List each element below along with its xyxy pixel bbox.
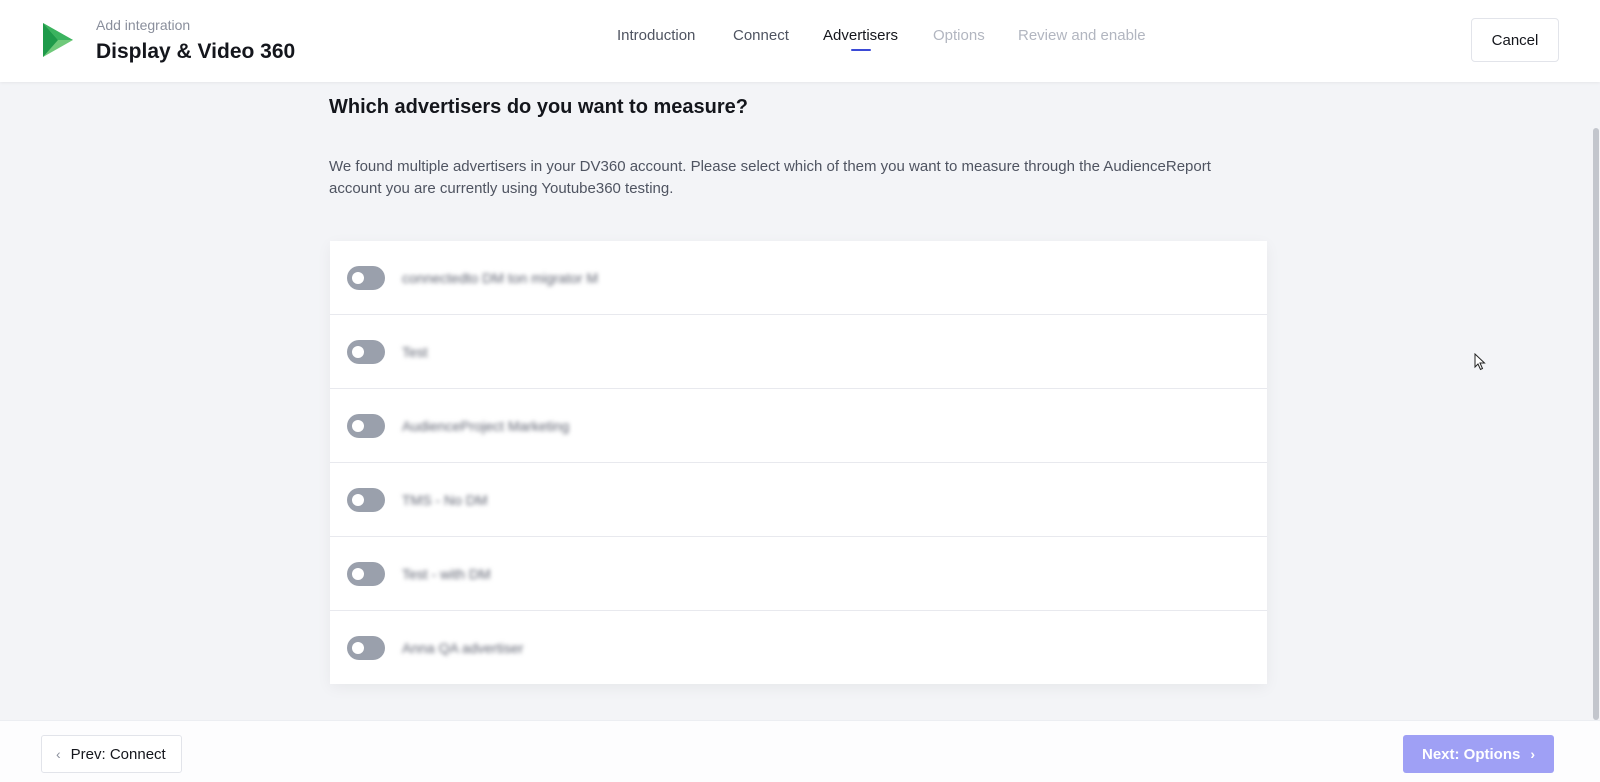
page-description: We found multiple advertisers in your DV… bbox=[329, 158, 1211, 197]
prev-connect-button[interactable]: ‹ Prev: Connect bbox=[41, 735, 182, 773]
step-review-and-enable: Review and enable bbox=[1018, 27, 1146, 44]
advertiser-name: Anna QA advertiser bbox=[402, 640, 524, 656]
next-button-label: Next: Options bbox=[1421, 745, 1521, 763]
advertiser-row: connectedto DM ton migrator M bbox=[330, 241, 1267, 315]
advertiser-toggle[interactable] bbox=[347, 265, 385, 290]
toggle-knob bbox=[352, 642, 364, 654]
advertiser-name: TMS - No DM bbox=[402, 491, 488, 508]
step-advertisers[interactable]: Advertisers bbox=[823, 27, 898, 44]
active-step-indicator bbox=[851, 49, 871, 51]
chevron-right-icon: › bbox=[1530, 746, 1535, 762]
cancel-button[interactable]: Cancel bbox=[1471, 18, 1559, 62]
advertiser-row: Anna QA advertiser bbox=[330, 611, 1267, 685]
advertiser-toggle[interactable] bbox=[347, 487, 385, 512]
advertiser-row: TMS - No DM bbox=[330, 463, 1267, 537]
header-subtitle: Add integration bbox=[96, 17, 191, 33]
toggle-knob bbox=[352, 345, 364, 358]
step-introduction[interactable]: Introduction bbox=[617, 27, 695, 44]
scrollbar-thumb[interactable] bbox=[1593, 128, 1599, 720]
chevron-left-icon: ‹ bbox=[56, 746, 61, 762]
advertiser-name: connectedto DM ton migrator M bbox=[402, 269, 599, 286]
step-connect[interactable]: Connect bbox=[733, 27, 789, 44]
bottom-footer: ‹ Prev: Connect Next: Options › bbox=[0, 720, 1600, 782]
advertiser-name: AudienceProject Marketing bbox=[402, 417, 570, 434]
advertiser-row: AudienceProject Marketing bbox=[330, 389, 1267, 463]
toggle-knob bbox=[352, 271, 364, 284]
step-options: Options bbox=[933, 27, 985, 44]
advertiser-row: Test - with DM bbox=[330, 537, 1267, 611]
advertiser-name: Test - with DM bbox=[402, 565, 491, 582]
scrollbar[interactable] bbox=[1592, 82, 1600, 720]
toggle-knob bbox=[352, 493, 364, 506]
toggle-knob bbox=[352, 567, 364, 580]
advertiser-toggle[interactable] bbox=[347, 413, 385, 438]
advertiser-list: connectedto DM ton migrator M Test Audie… bbox=[330, 241, 1267, 684]
integration-title: Display & Video 360 bbox=[96, 40, 296, 63]
mouse-cursor-icon bbox=[1474, 353, 1486, 371]
advertiser-toggle[interactable] bbox=[347, 636, 385, 660]
page-question: Which advertisers do you want to measure… bbox=[329, 96, 748, 118]
next-options-button[interactable]: Next: Options › bbox=[1403, 735, 1554, 773]
top-header: Add integration Display & Video 360 Intr… bbox=[0, 0, 1600, 82]
advertiser-toggle[interactable] bbox=[347, 339, 385, 364]
play-logo-icon bbox=[43, 23, 73, 57]
prev-button-label: Prev: Connect bbox=[70, 745, 166, 763]
toggle-knob bbox=[352, 419, 364, 432]
advertiser-row: Test bbox=[330, 315, 1267, 389]
advertiser-name: Test bbox=[402, 343, 428, 360]
advertiser-toggle[interactable] bbox=[347, 561, 385, 586]
